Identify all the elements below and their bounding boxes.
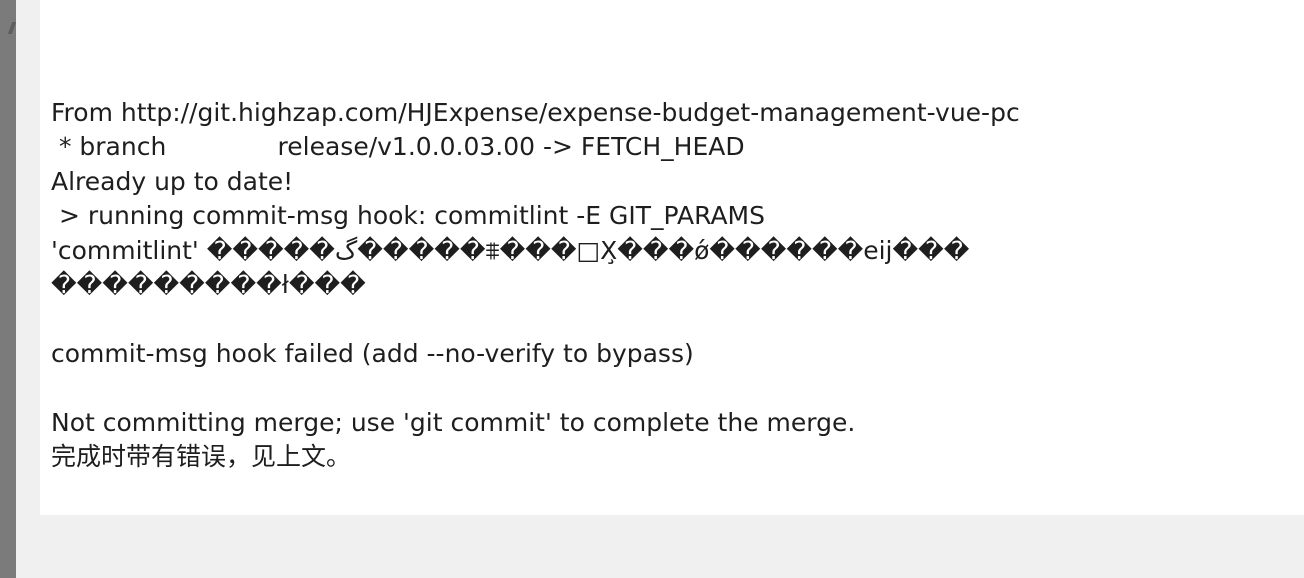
git-output-text: From http://git.highzap.com/HJExpense/ex… (51, 96, 1291, 474)
output-line-blank (51, 302, 1291, 336)
output-line-garbled: ���������ł��� (51, 269, 366, 299)
output-line-up-to-date: Already up to date! (51, 166, 294, 196)
output-line-blank (51, 371, 1291, 405)
scroll-marker (7, 22, 17, 34)
left-gutter (16, 0, 40, 578)
output-line-fetch-source: From http://git.highzap.com/HJExpense/ex… (51, 98, 1020, 127)
output-line-commitlint-error: 'commitlint' �����گ�����⩨���□X̧���ǿ�����… (51, 235, 970, 265)
output-line-branch: * branch release/v1.0.0.03.00 -> FETCH_H… (51, 132, 745, 162)
output-line-running-hook: > running commit-msg hook: commitlint -E… (51, 201, 765, 231)
output-line-not-committing: Not committing merge; use 'git commit' t… (51, 407, 856, 437)
output-line-completed-with-errors: 完成时带有错误，见上文。 (51, 441, 352, 471)
output-line-hook-failed: commit-msg hook failed (add --no-verify … (51, 338, 694, 368)
git-output-panel: From http://git.highzap.com/HJExpense/ex… (40, 0, 1304, 515)
left-edge-bar (0, 0, 17, 578)
